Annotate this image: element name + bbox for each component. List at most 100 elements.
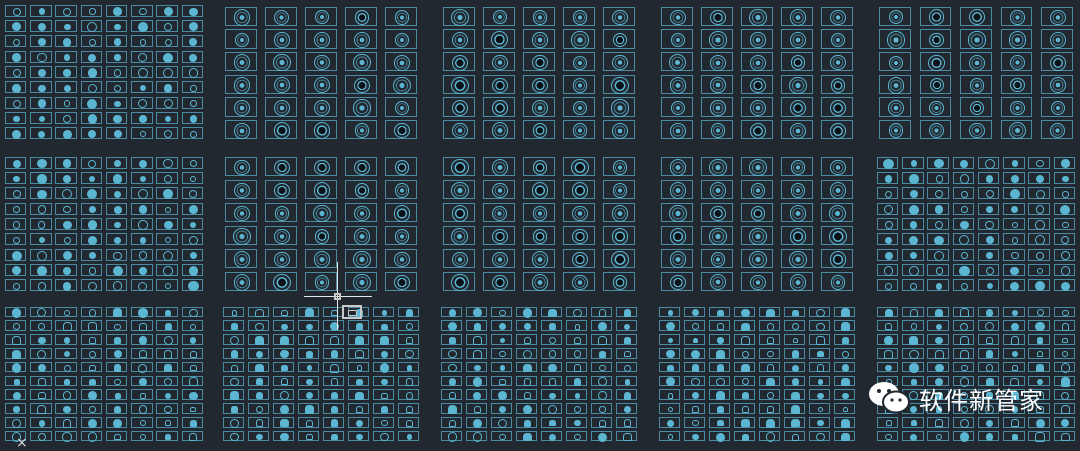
- symbol-cell[interactable]: [181, 81, 204, 94]
- symbol-cell[interactable]: [977, 218, 1000, 230]
- symbol-cell[interactable]: [181, 416, 204, 428]
- symbol-cell[interactable]: [781, 119, 813, 140]
- symbol-cell[interactable]: [603, 29, 635, 49]
- symbol-cell[interactable]: [590, 334, 613, 346]
- symbol-cell[interactable]: [952, 334, 975, 345]
- symbol-cell[interactable]: [490, 430, 513, 442]
- symbol-cell[interactable]: [80, 156, 103, 169]
- symbol-cell[interactable]: [297, 416, 320, 428]
- symbol-cell[interactable]: [4, 279, 27, 292]
- symbol-cell[interactable]: [1028, 320, 1050, 332]
- symbol-cell[interactable]: [758, 389, 781, 401]
- symbol-cell[interactable]: [483, 97, 515, 117]
- symbol-cell[interactable]: [683, 375, 706, 387]
- symbol-cell[interactable]: [781, 156, 813, 177]
- symbol-cell[interactable]: [658, 361, 681, 373]
- symbol-cell[interactable]: [821, 6, 853, 27]
- symbol-cell[interactable]: [397, 347, 420, 359]
- symbol-cell[interactable]: [440, 430, 463, 442]
- symbol-cell[interactable]: [1053, 430, 1076, 442]
- symbol-cell[interactable]: [265, 97, 297, 117]
- symbol-cell[interactable]: [658, 306, 681, 318]
- symbol-cell[interactable]: [783, 320, 806, 332]
- symbol-cell[interactable]: [563, 29, 595, 49]
- symbol-cell[interactable]: [265, 271, 297, 292]
- symbol-cell[interactable]: [225, 29, 257, 49]
- symbol-cell[interactable]: [615, 375, 638, 387]
- symbol-cell[interactable]: [4, 35, 27, 48]
- symbol-cell[interactable]: [55, 4, 77, 17]
- symbol-sheet[interactable]: [872, 152, 1080, 296]
- symbol-cell[interactable]: [105, 96, 128, 109]
- symbol-cell[interactable]: [181, 264, 204, 276]
- symbol-cell[interactable]: [131, 172, 153, 184]
- symbol-cell[interactable]: [105, 187, 128, 200]
- symbol-cell[interactable]: [181, 20, 204, 32]
- symbol-cell[interactable]: [156, 334, 178, 345]
- symbol-cell[interactable]: [565, 306, 588, 318]
- symbol-cell[interactable]: [490, 347, 513, 359]
- symbol-cell[interactable]: [322, 416, 345, 428]
- symbol-cell[interactable]: [55, 375, 77, 387]
- symbol-cell[interactable]: [1028, 233, 1050, 246]
- symbol-cell[interactable]: [305, 74, 337, 95]
- symbol-cell[interactable]: [758, 306, 781, 318]
- symbol-cell[interactable]: [603, 179, 635, 200]
- symbol-cell[interactable]: [758, 416, 781, 429]
- symbol-cell[interactable]: [347, 403, 370, 414]
- symbol-cell[interactable]: [952, 156, 975, 169]
- symbol-cell[interactable]: [222, 334, 245, 346]
- symbol-cell[interactable]: [701, 97, 733, 117]
- symbol-cell[interactable]: [55, 35, 77, 48]
- symbol-cell[interactable]: [708, 361, 731, 373]
- symbol-cell[interactable]: [55, 233, 77, 246]
- symbol-cell[interactable]: [181, 66, 204, 78]
- symbol-cell[interactable]: [385, 6, 417, 27]
- symbol-cell[interactable]: [523, 74, 555, 95]
- symbol-cell[interactable]: [181, 233, 204, 246]
- symbol-cell[interactable]: [247, 375, 270, 387]
- symbol-cell[interactable]: [902, 279, 924, 292]
- symbol-cell[interactable]: [305, 6, 337, 27]
- symbol-cell[interactable]: [322, 361, 345, 373]
- symbol-cell[interactable]: [181, 218, 204, 230]
- symbol-cell[interactable]: [523, 119, 555, 140]
- symbol-cell[interactable]: [879, 51, 911, 72]
- symbol-cell[interactable]: [222, 306, 245, 318]
- symbol-cell[interactable]: [30, 20, 52, 32]
- symbol-cell[interactable]: [181, 156, 204, 169]
- symbol-cell[interactable]: [483, 29, 515, 49]
- symbol-cell[interactable]: [105, 416, 128, 428]
- symbol-cell[interactable]: [305, 202, 337, 223]
- symbol-cell[interactable]: [225, 51, 257, 72]
- symbol-cell[interactable]: [1003, 156, 1025, 169]
- symbol-cell[interactable]: [1003, 430, 1025, 442]
- symbol-cell[interactable]: [440, 389, 463, 401]
- symbol-cell[interactable]: [156, 320, 178, 332]
- symbol-cell[interactable]: [156, 156, 178, 169]
- symbol-cell[interactable]: [297, 403, 320, 414]
- symbol-cell[interactable]: [80, 4, 103, 17]
- symbol-cell[interactable]: [55, 127, 77, 140]
- symbol-cell[interactable]: [927, 264, 949, 276]
- symbol-cell[interactable]: [131, 96, 153, 109]
- symbol-cell[interactable]: [1028, 361, 1050, 373]
- symbol-cell[interactable]: [105, 4, 128, 17]
- symbol-cell[interactable]: [876, 334, 899, 345]
- symbol-cell[interactable]: [131, 50, 153, 63]
- symbol-cell[interactable]: [30, 347, 52, 359]
- symbol-cell[interactable]: [658, 320, 681, 332]
- symbol-cell[interactable]: [808, 389, 831, 401]
- symbol-cell[interactable]: [181, 347, 204, 359]
- symbol-cell[interactable]: [1003, 416, 1025, 428]
- symbol-cell[interactable]: [440, 334, 463, 345]
- symbol-cell[interactable]: [322, 430, 345, 442]
- symbol-cell[interactable]: [1003, 172, 1025, 184]
- symbol-cell[interactable]: [615, 306, 638, 318]
- symbol-cell[interactable]: [1053, 320, 1076, 332]
- symbol-cell[interactable]: [781, 179, 813, 200]
- symbol-cell[interactable]: [733, 389, 756, 401]
- symbol-cell[interactable]: [483, 156, 515, 177]
- symbol-cell[interactable]: [465, 361, 488, 373]
- symbol-cell[interactable]: [1053, 279, 1076, 292]
